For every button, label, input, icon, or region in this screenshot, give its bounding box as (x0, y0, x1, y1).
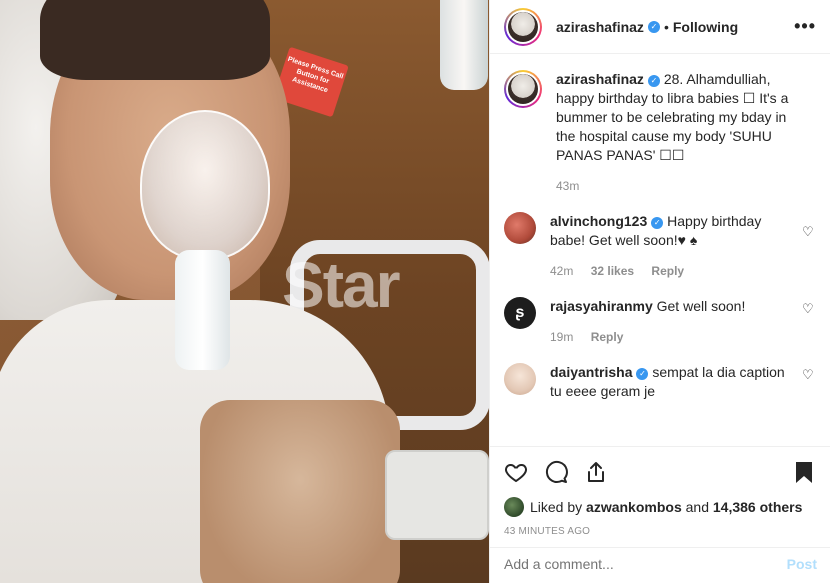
separator-dot: • (663, 18, 669, 35)
post-actions-bar (490, 446, 830, 496)
comment-meta: 19m Reply (550, 328, 790, 347)
star-watermark: Star (282, 249, 400, 321)
comment-username[interactable]: alvinchong123 (550, 213, 647, 229)
comment-text-block: rajasyahiranmy Get well soon! 19m Reply (550, 297, 790, 347)
liked-by-prefix: Liked by (530, 499, 583, 515)
author-username[interactable]: azirashafinaz (556, 19, 644, 35)
caption-avatar[interactable] (504, 70, 542, 108)
commenter-avatar[interactable] (504, 212, 536, 244)
like-heart-icon[interactable] (504, 460, 528, 484)
patient-hair (40, 0, 270, 80)
comment-text-block: daiyantrisha ✓ sempat la dia caption tu e… (550, 363, 790, 401)
add-comment-bar: Post (490, 547, 830, 583)
verified-badge-icon: ✓ (647, 75, 660, 87)
comment-username[interactable]: rajasyahiranmy (550, 298, 653, 314)
reply-button[interactable]: Reply (591, 330, 624, 344)
reply-button[interactable]: Reply (651, 264, 684, 278)
commenter-avatar[interactable] (504, 363, 536, 395)
like-comment-heart-icon[interactable]: ♡ (802, 301, 816, 316)
following-button[interactable]: Following (673, 19, 738, 35)
comment-time[interactable]: 19m (550, 330, 573, 344)
comment-likes[interactable]: 32 likes (591, 264, 634, 278)
comment-username[interactable]: daiyantrisha (550, 364, 632, 380)
comment-meta: 42m 32 likes Reply (550, 262, 790, 281)
caption-meta: 43m (556, 177, 796, 196)
caption-time[interactable]: 43m (556, 179, 579, 193)
liked-by-user[interactable]: azwankombos (586, 499, 682, 515)
post-timestamp[interactable]: 43 MINUTES AGO (490, 518, 830, 546)
post-photo[interactable]: Please Press Call Button for Assistance … (0, 0, 489, 583)
comment-item: alvinchong123 ✓ Happy birthday babe! Get … (504, 196, 816, 281)
blanket (200, 400, 400, 583)
caption: azirashafinaz ✓ 28. Alhamdulliah, happy b… (504, 54, 816, 196)
comment-text: Get well soon! (656, 298, 746, 314)
post-side-panel: azirashafinaz ✓ • Following ••• azirasha… (489, 0, 830, 583)
verified-badge-icon: ✓ (651, 217, 664, 229)
nebulizer-tube (175, 250, 230, 370)
caption-text-block: azirashafinaz ✓ 28. Alhamdulliah, happy b… (556, 70, 796, 196)
post-comment-button[interactable]: Post (787, 556, 817, 572)
like-comment-heart-icon[interactable]: ♡ (802, 367, 816, 382)
liked-by-and: and (685, 499, 709, 515)
iv-bag (440, 0, 488, 90)
comment-text-block: alvinchong123 ✓ Happy birthday babe! Get … (550, 212, 790, 281)
verified-badge-icon: ✓ (647, 20, 660, 33)
author-avatar[interactable] (504, 7, 542, 46)
comment-time[interactable]: 42m (550, 264, 573, 278)
commenter-avatar[interactable]: ʂ (504, 297, 536, 329)
likes-summary: Liked by azwankombos and 14,386 others (490, 496, 830, 518)
comment-bubble-icon[interactable] (544, 460, 568, 484)
caption-username[interactable]: azirashafinaz (556, 71, 644, 87)
verified-badge-icon: ✓ (636, 368, 649, 380)
liked-by-others[interactable]: 14,386 others (713, 499, 803, 515)
liker-avatar[interactable] (504, 497, 524, 517)
oxygen-mask (140, 110, 270, 260)
bed-monitor (385, 450, 489, 540)
add-comment-input[interactable] (504, 556, 787, 572)
comment-item: ʂ rajasyahiranmy Get well soon! 19m Repl… (504, 281, 816, 347)
comment-item: daiyantrisha ✓ sempat la dia caption tu e… (504, 347, 816, 401)
share-icon[interactable] (584, 460, 608, 484)
like-comment-heart-icon[interactable]: ♡ (802, 224, 816, 239)
save-bookmark-icon[interactable] (792, 460, 816, 484)
more-options-icon[interactable]: ••• (794, 16, 816, 37)
post-header: azirashafinaz ✓ • Following ••• (490, 0, 830, 54)
comments-list[interactable]: azirashafinaz ✓ 28. Alhamdulliah, happy b… (490, 54, 830, 446)
